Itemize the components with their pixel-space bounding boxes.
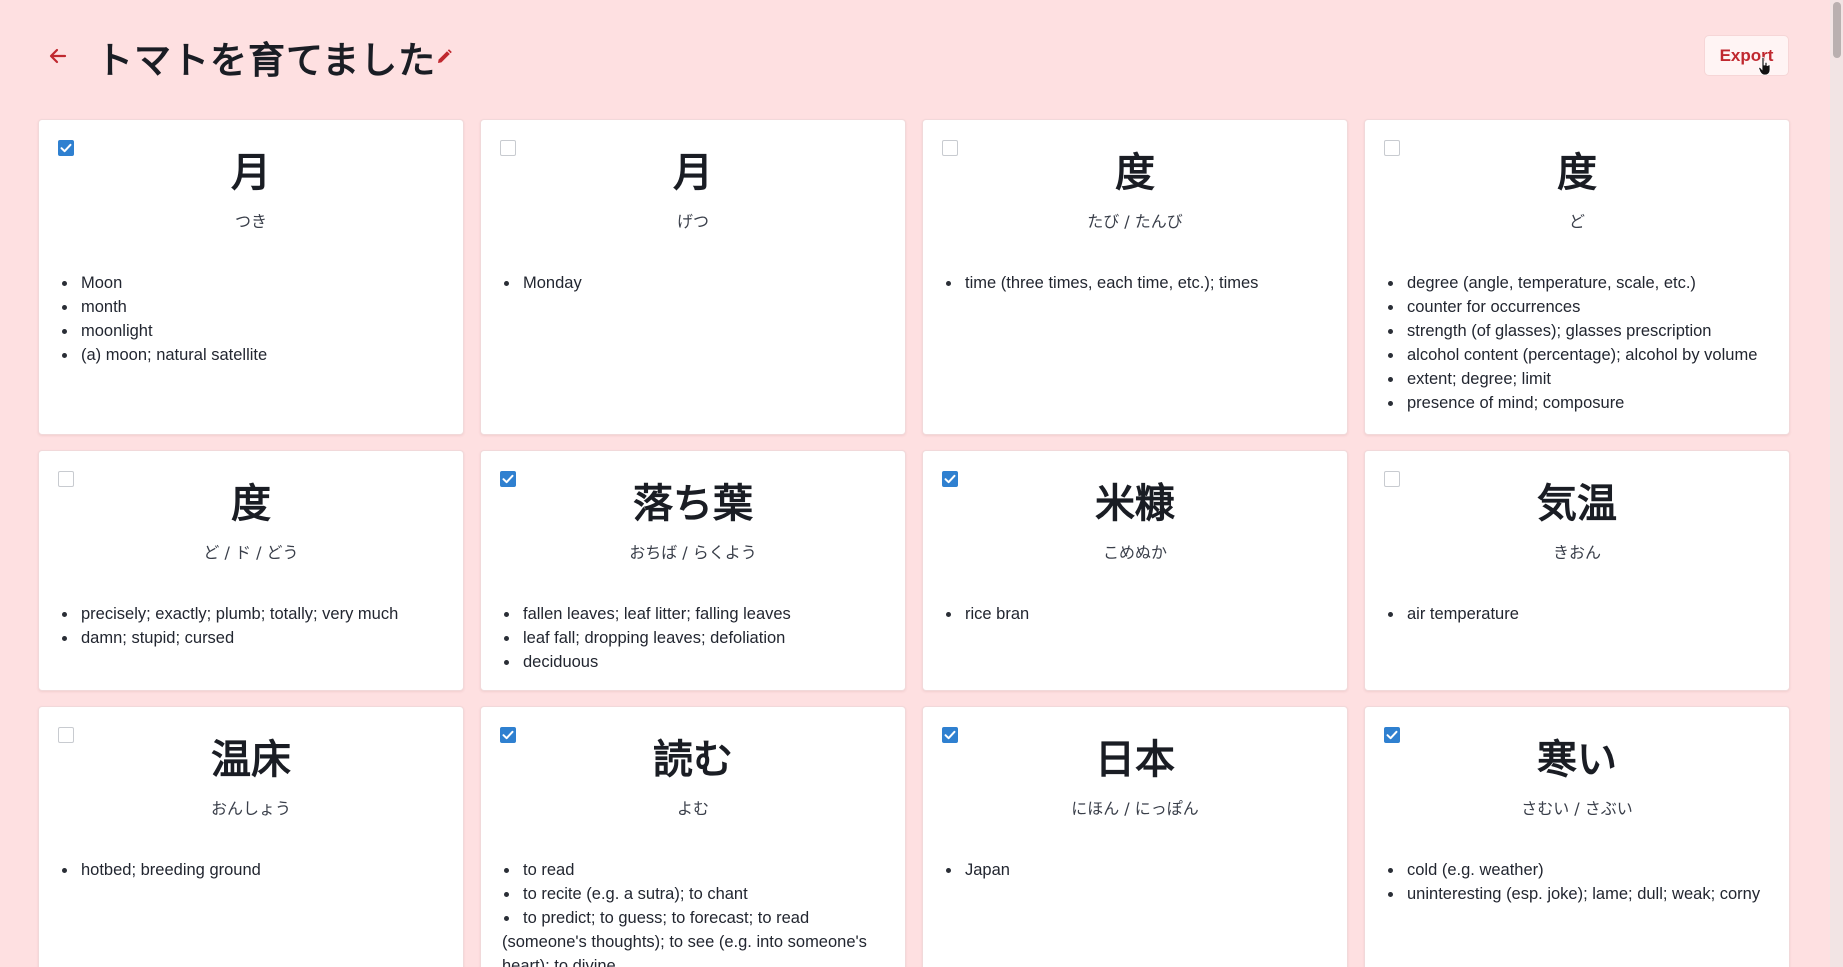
export-button[interactable]: Export: [1704, 35, 1789, 76]
meaning-item: month: [60, 295, 449, 319]
meanings-list: air temperature: [1386, 602, 1775, 626]
mouse-pointer-icon: [1758, 56, 1771, 76]
vocab-card[interactable]: 読むよむ to read to recite (e.g. a sutra); to …: [480, 706, 906, 967]
card-word: 月: [673, 150, 713, 196]
meaning-item: air temperature: [1386, 602, 1775, 626]
meaning-item: hotbed; breeding ground: [60, 858, 449, 882]
card-word: 気温: [1537, 481, 1617, 527]
card-reading: げつ: [676, 212, 709, 231]
back-button[interactable]: [44, 42, 72, 70]
meanings-list: Moon month moonlight (a) moon; natural sate…: [60, 271, 449, 367]
meaning-item: to predict; to guess; to forecast; to re…: [502, 906, 891, 967]
meaning-item: Japan: [944, 858, 1333, 882]
card-reading: おんしょう: [210, 799, 291, 818]
meaning-item: precisely; exactly; plumb; totally; very…: [60, 602, 449, 626]
card-reading: にほん / にっぽん: [1071, 799, 1199, 818]
card-word: 月: [231, 150, 271, 196]
card-word: 日本: [1095, 737, 1175, 783]
vocab-card[interactable]: 寒いさむい / さぶい cold (e.g. weather) uninterest…: [1364, 706, 1790, 967]
meaning-item: rice bran: [944, 602, 1333, 626]
meaning-item: to recite (e.g. a sutra); to chant: [502, 882, 891, 906]
vocab-card[interactable]: 月つき Moon month moonlight (a) moon; natural s…: [38, 119, 464, 435]
meaning-item: damn; stupid; cursed: [60, 626, 449, 650]
page-header: トマトを育てました Export: [0, 0, 1830, 110]
card-reading: ど: [1568, 212, 1585, 231]
vocab-card[interactable]: 日本にほん / にっぽん Japan: [922, 706, 1348, 967]
card-reading: きおん: [1552, 543, 1601, 562]
vocab-card[interactable]: 落ち葉おちば / らくよう fallen leaves; leaf litter;…: [480, 450, 906, 691]
meaning-item: leaf fall; dropping leaves; defoliation: [502, 626, 891, 650]
card-word: 温床: [211, 737, 291, 783]
vocab-card[interactable]: 温床おんしょう hotbed; breeding ground: [38, 706, 464, 967]
meanings-list: cold (e.g. weather) uninteresting (esp. j…: [1386, 858, 1775, 906]
edit-title-button[interactable]: [433, 46, 455, 68]
card-word: 読む: [653, 737, 733, 783]
meanings-list: Monday: [502, 271, 891, 295]
meaning-item: time (three times, each time, etc.); tim…: [944, 271, 1333, 295]
vocab-card[interactable]: 米糠こめぬか rice bran: [922, 450, 1348, 691]
meaning-item: to read: [502, 858, 891, 882]
card-reading: たび / たんび: [1087, 212, 1183, 231]
card-word: 落ち葉: [633, 481, 753, 527]
card-reading: ど / ド / どう: [203, 543, 299, 562]
meaning-item: (a) moon; natural satellite: [60, 343, 449, 367]
meanings-list: to read to recite (e.g. a sutra); to chan…: [502, 858, 891, 967]
pencil-icon: [438, 49, 452, 63]
vocab-card[interactable]: 月げつ Monday: [480, 119, 906, 435]
meaning-item: uninteresting (esp. joke); lame; dull; w…: [1386, 882, 1775, 906]
card-word: 度: [1557, 150, 1597, 196]
card-word: 度: [1115, 150, 1155, 196]
meanings-list: time (three times, each time, etc.); tim…: [944, 271, 1333, 295]
meaning-item: Moon: [60, 271, 449, 295]
meaning-item: cold (e.g. weather): [1386, 858, 1775, 882]
meanings-list: hotbed; breeding ground: [60, 858, 449, 882]
meanings-list: fallen leaves; leaf litter; falling leav…: [502, 602, 891, 674]
app-root: トマトを育てました Export 月つき Moon month moonlight (a…: [0, 0, 1843, 967]
vocab-card[interactable]: 度ど / ド / どう precisely; exactly; plumb; to…: [38, 450, 464, 691]
meaning-item: extent; degree; limit: [1386, 367, 1775, 391]
vertical-scrollbar[interactable]: [1830, 0, 1843, 967]
meaning-item: moonlight: [60, 319, 449, 343]
card-reading: おちば / らくよう: [629, 543, 757, 562]
meaning-item: deciduous: [502, 650, 891, 674]
scrollbar-thumb[interactable]: [1833, 2, 1841, 58]
meaning-item: strength (of glasses); glasses prescript…: [1386, 319, 1775, 343]
meaning-item: fallen leaves; leaf litter; falling leav…: [502, 602, 891, 626]
meaning-item: presence of mind; composure: [1386, 391, 1775, 415]
card-reading: さむい / さぶい: [1521, 799, 1633, 818]
meaning-item: degree (angle, temperature, scale, etc.): [1386, 271, 1775, 295]
meaning-item: Monday: [502, 271, 891, 295]
card-word: 寒い: [1537, 737, 1617, 783]
meanings-list: rice bran: [944, 602, 1333, 626]
card-word: 度: [231, 481, 271, 527]
vocab-card[interactable]: 度ど degree (angle, temperature, scale, etc…: [1364, 119, 1790, 435]
card-reading: よむ: [676, 799, 709, 818]
card-word: 米糠: [1095, 481, 1175, 527]
card-reading: つき: [234, 212, 267, 231]
meanings-list: degree (angle, temperature, scale, etc.)…: [1386, 271, 1775, 415]
vocab-card[interactable]: 気温きおん air temperature: [1364, 450, 1790, 691]
vocabulary-card-grid: 月つき Moon month moonlight (a) moon; natural s…: [38, 119, 1790, 967]
meaning-item: counter for occurrences: [1386, 295, 1775, 319]
page-title: トマトを育てました: [96, 39, 437, 82]
card-reading: こめぬか: [1102, 543, 1167, 562]
vocab-card[interactable]: 度たび / たんび time (three times, each time, e…: [922, 119, 1348, 435]
meanings-list: Japan: [944, 858, 1333, 882]
arrow-left-icon: [49, 48, 67, 64]
meaning-item: alcohol content (percentage); alcohol by…: [1386, 343, 1775, 367]
meanings-list: precisely; exactly; plumb; totally; very…: [60, 602, 449, 650]
